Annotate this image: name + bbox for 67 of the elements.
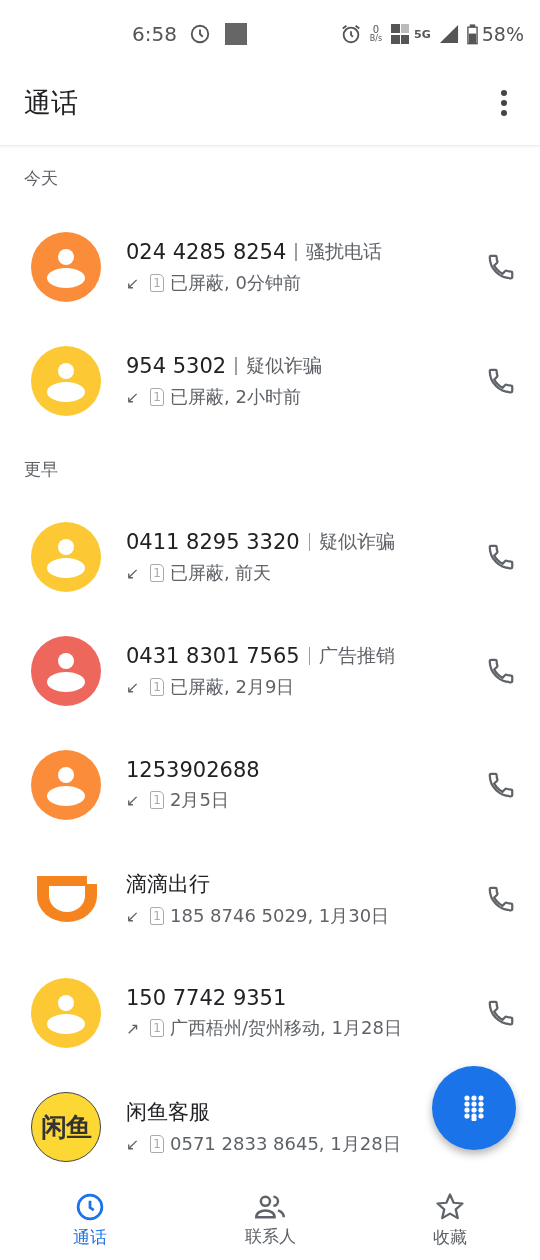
caller-name: 1253902688 [126, 758, 260, 782]
battery-icon [466, 23, 478, 45]
call-direction-icon: ↙ [126, 387, 144, 407]
call-direction-icon: ↙ [126, 677, 144, 697]
person-avatar-icon[interactable] [31, 636, 101, 706]
section-label: 更早 [24, 457, 58, 481]
caller-tag: 广告推销 [319, 643, 396, 669]
battery-level: 58% [481, 23, 524, 45]
caller-name: 0431 8301 7565 [126, 644, 300, 668]
section-label: 今天 [24, 166, 58, 190]
more-icon[interactable] [500, 89, 508, 116]
star-icon [435, 1191, 465, 1222]
phone-icon[interactable] [486, 366, 516, 396]
call-direction-icon: ↙ [126, 906, 144, 926]
caller-name: 954 5302 [126, 354, 227, 378]
caller-name: 滴滴出行 [126, 871, 210, 898]
call-detail: 已屏蔽, 0分钟前 [170, 271, 301, 295]
phone-icon[interactable] [486, 770, 516, 800]
caller-tag: 疑似诈骗 [245, 353, 322, 379]
sim-slot-icon: 1 [150, 564, 164, 582]
sim-slot-icon: 1 [150, 1019, 164, 1037]
dialpad-icon [463, 1095, 485, 1121]
people-icon [254, 1192, 286, 1221]
phone-icon[interactable] [486, 252, 516, 282]
sim-slot-icon: 1 [150, 678, 164, 696]
caller-tag: 疑似诈骗 [319, 529, 396, 555]
nav-tab[interactable]: 通话 [0, 1180, 180, 1260]
nav-tab[interactable]: 联系人 [180, 1180, 360, 1260]
call-detail: 已屏蔽, 前天 [170, 561, 272, 585]
call-detail: 广西梧州/贺州移动, 1月28日 [170, 1016, 402, 1040]
call-direction-icon: ↙ [126, 563, 144, 583]
caller-tag: 骚扰电话 [305, 239, 382, 265]
phone-icon[interactable] [486, 542, 516, 572]
clock-icon [75, 1191, 105, 1222]
text-logo[interactable]: 闲鱼 [31, 1092, 101, 1162]
signal-icon [438, 24, 459, 44]
sim-slot-icon: 1 [150, 1135, 164, 1153]
net-speed: 0 [372, 25, 380, 35]
call-detail: 已屏蔽, 2月9日 [170, 675, 295, 699]
call-direction-icon: ↙ [126, 273, 144, 293]
phone-icon[interactable] [486, 998, 516, 1028]
caller-name: 0411 8295 3320 [126, 530, 300, 554]
caller-name: 150 7742 9351 [126, 986, 287, 1010]
caller-name: 024 4285 8254 [126, 240, 287, 264]
call-detail: 185 8746 5029, 1月30日 [170, 904, 390, 928]
caller-name: 闲鱼客服 [126, 1099, 210, 1126]
network-type: 5G [414, 27, 431, 41]
clock-icon [188, 23, 211, 45]
status-time: 6:58 [132, 22, 177, 46]
sim-slot-icon: 1 [150, 791, 164, 809]
page-title: 通话 [24, 85, 78, 120]
sim-slot-icon: 1 [150, 388, 164, 406]
phone-icon[interactable] [486, 884, 516, 914]
sim-slot-icon: 1 [150, 274, 164, 292]
phone-icon[interactable] [486, 656, 516, 686]
call-detail: 0571 2833 8645, 1月28日 [170, 1132, 401, 1156]
call-direction-icon: ↙ [126, 790, 144, 810]
call-direction-icon: ↗ [126, 1018, 144, 1038]
sim-icon [390, 23, 411, 45]
dialpad-button[interactable] [432, 1066, 516, 1150]
nav-tab[interactable]: 收藏 [360, 1180, 540, 1260]
net-speed-unit: B/s [369, 35, 383, 43]
call-detail: 2月5日 [170, 788, 229, 812]
notification-icon [224, 23, 247, 45]
sim-slot-icon: 1 [150, 907, 164, 925]
call-detail: 已屏蔽, 2小时前 [170, 385, 301, 409]
call-direction-icon: ↙ [126, 1134, 144, 1154]
